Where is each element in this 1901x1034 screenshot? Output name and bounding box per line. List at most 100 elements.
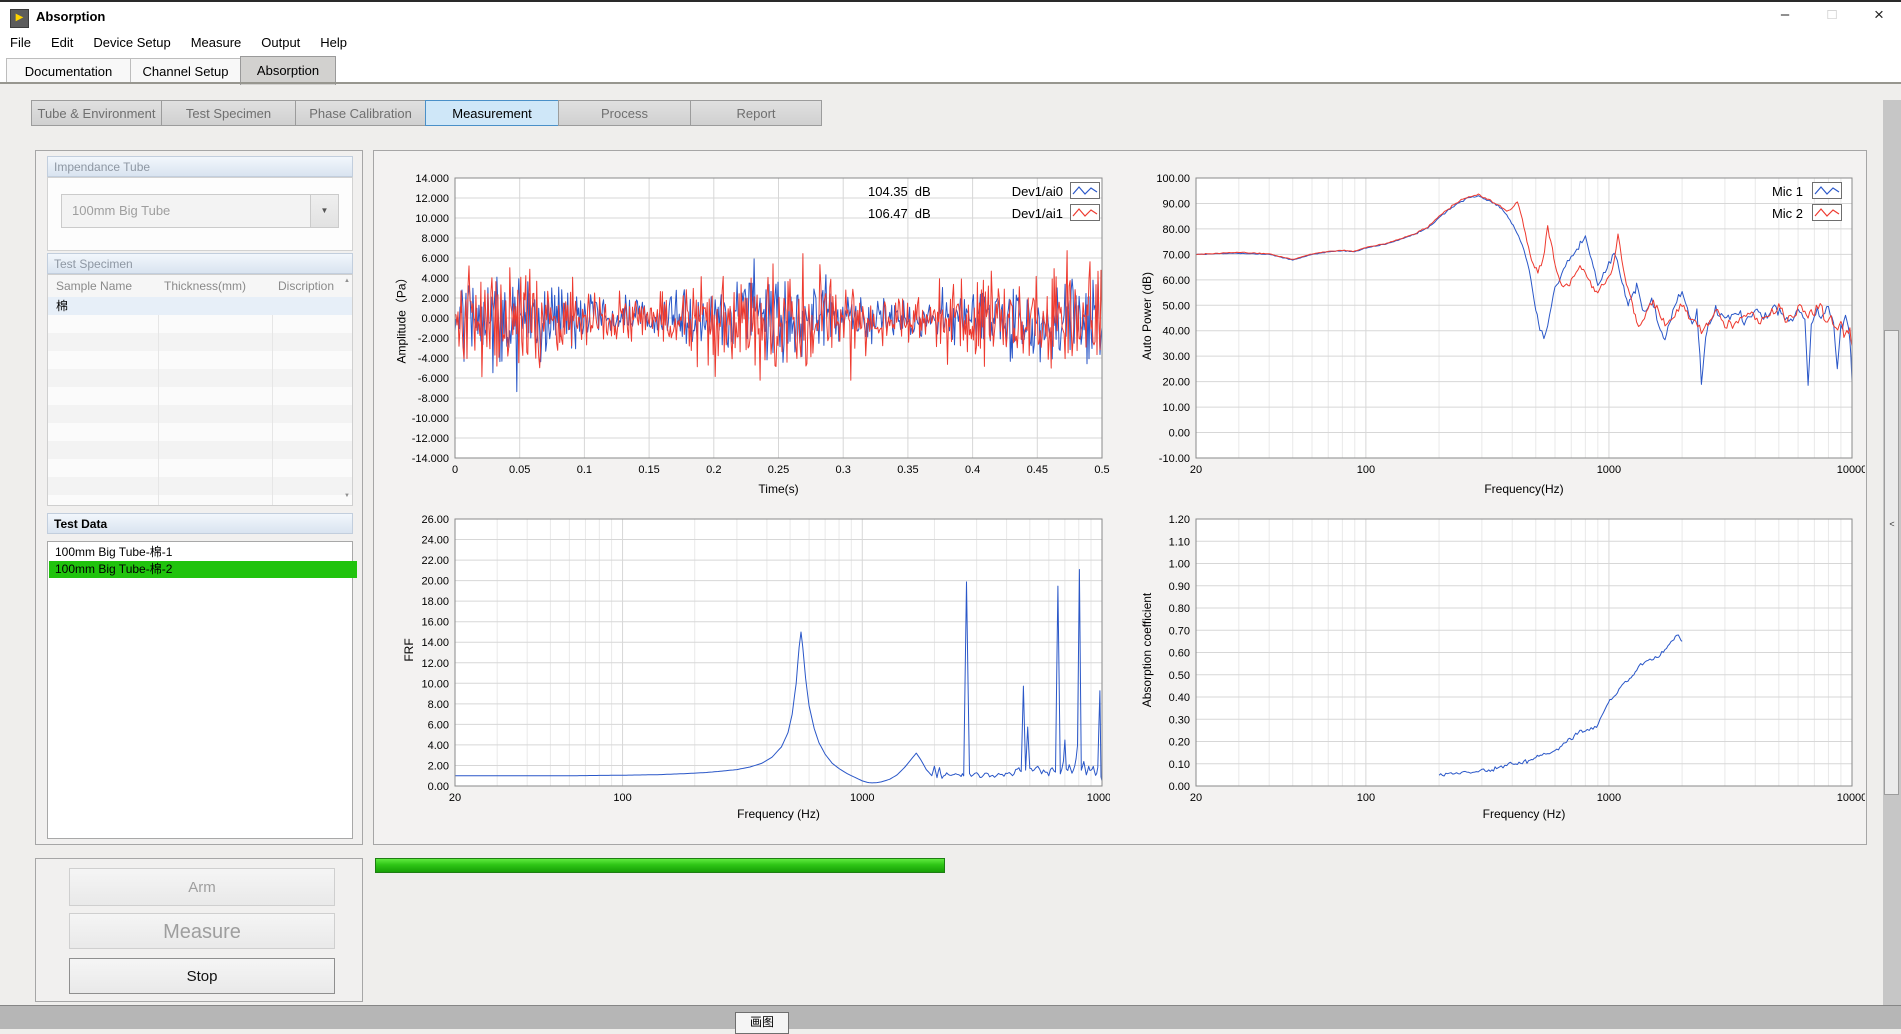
svg-text:100: 100 [1357,792,1375,804]
scrollbar-thumb[interactable]: < [1884,330,1899,795]
svg-text:14.000: 14.000 [415,173,449,185]
svg-text:10000: 10000 [1087,792,1110,804]
svg-text:40.00: 40.00 [1162,326,1190,338]
minimize-button[interactable]: – [1762,2,1808,28]
legend-mic2[interactable]: Mic 2 [1718,206,1803,221]
legend-line-icon[interactable] [1812,204,1842,221]
svg-text:0.3: 0.3 [836,464,851,476]
svg-text:12.00: 12.00 [421,658,449,670]
menu-file[interactable]: File [0,29,41,56]
svg-text:0.00: 0.00 [1169,428,1190,440]
scroll-up-icon[interactable]: ▲ [342,278,352,284]
svg-text:4.00: 4.00 [428,740,449,752]
svg-text:100: 100 [613,792,631,804]
svg-text:1000: 1000 [1597,792,1621,804]
level-unit: dB [915,206,931,221]
impedance-tube-dropdown[interactable]: 100mm Big Tube ▼ [61,194,339,228]
legend-dev1-ai1[interactable]: Dev1/ai1 [955,206,1063,221]
test-specimen-table-header: Sample Name Thickness(mm) Discription [48,275,352,298]
svg-text:12.000: 12.000 [415,193,449,205]
menu-measure[interactable]: Measure [181,29,252,56]
subtab-tube-environment[interactable]: Tube & Environment [31,100,162,126]
stop-button[interactable]: Stop [69,958,335,994]
test-specimen-table: Sample Name Thickness(mm) Discription 棉 … [47,274,353,506]
svg-text:-14.000: -14.000 [412,453,449,465]
amplitude-axis-label: Amplitude（Pa） [393,178,410,458]
menu-output[interactable]: Output [251,29,310,56]
test-data-item[interactable]: 100mm Big Tube-棉-1 [49,544,357,561]
test-specimen-header: Test Specimen [47,253,353,274]
scroll-down-icon[interactable]: ▼ [342,493,352,499]
svg-text:26.00: 26.00 [421,514,449,526]
legend-line-icon[interactable] [1070,204,1100,221]
subtab-report[interactable]: Report [690,100,822,126]
maximize-button[interactable]: □ [1809,2,1855,28]
svg-text:0.60: 0.60 [1169,648,1190,660]
tab-channel-setup[interactable]: Channel Setup [130,58,241,84]
left-panel: Impendance Tube 100mm Big Tube ▼ Test Sp… [35,150,363,845]
svg-text:0.4: 0.4 [965,464,980,476]
legend-mic1[interactable]: Mic 1 [1718,184,1803,199]
test-data-list: 100mm Big Tube-棉-1 100mm Big Tube-棉-2 [47,541,353,839]
subtab-test-specimen[interactable]: Test Specimen [161,100,296,126]
subtab-measurement[interactable]: Measurement [425,100,559,126]
tab-documentation[interactable]: Documentation [6,58,131,84]
svg-text:1.10: 1.10 [1169,536,1190,548]
svg-text:20.00: 20.00 [421,576,449,588]
test-data-header: Test Data [47,513,353,534]
legend-line-icon[interactable] [1070,182,1100,199]
svg-text:90.00: 90.00 [1162,198,1190,210]
time-axis-label: Time(s) [455,482,1102,496]
svg-text:2.00: 2.00 [428,760,449,772]
auto-power-axis-label: Auto Power (dB) [1140,176,1154,456]
collapse-left-icon[interactable]: < [1885,519,1899,529]
level-value: 104.35 [868,184,908,199]
measure-button[interactable]: Measure [69,913,335,949]
close-button[interactable]: × [1856,2,1901,28]
absorption-coefficient-chart: 1.201.101.000.900.800.700.600.500.400.30… [1115,505,1865,835]
arm-button[interactable]: Arm [69,868,335,906]
svg-text:0.90: 0.90 [1169,581,1190,593]
progress-bar [375,858,1563,873]
menu-help[interactable]: Help [310,29,357,56]
chevron-down-icon[interactable]: ▼ [310,195,338,227]
table-row[interactable]: 棉 [48,297,352,315]
subtab-phase-calibration[interactable]: Phase Calibration [295,100,426,126]
svg-text:1000: 1000 [850,792,874,804]
svg-text:10000: 10000 [1837,464,1865,476]
svg-text:70.00: 70.00 [1162,249,1190,261]
sample-name-cell: 棉 [48,299,68,313]
legend-dev1-ai0[interactable]: Dev1/ai0 [955,184,1063,199]
svg-text:-8.000: -8.000 [418,393,449,405]
svg-text:16.00: 16.00 [421,617,449,629]
svg-text:-12.000: -12.000 [412,433,449,445]
app-icon: ▶ [10,9,29,28]
svg-text:14.00: 14.00 [421,637,449,649]
svg-text:100.00: 100.00 [1156,173,1190,185]
bottom-tab-draw[interactable]: 画图 [735,1012,789,1034]
bottom-strip [0,1005,1901,1029]
menu-edit[interactable]: Edit [41,29,83,56]
svg-text:10.00: 10.00 [1162,402,1190,414]
svg-text:6.00: 6.00 [428,719,449,731]
frf-chart: 26.0024.0022.0020.0018.0016.0014.0012.00… [375,505,1110,835]
svg-text:20: 20 [1190,792,1202,804]
subtab-process[interactable]: Process [558,100,691,126]
frf-axis-label: FRF [402,510,416,790]
svg-text:0.25: 0.25 [768,464,789,476]
column-divider [158,297,159,505]
tab-absorption[interactable]: Absorption [240,56,336,85]
impedance-tube-selected-value: 100mm Big Tube [72,195,170,227]
test-data-item-selected[interactable]: 100mm Big Tube-棉-2 [49,561,357,578]
svg-text:80.00: 80.00 [1162,224,1190,236]
svg-text:-2.000: -2.000 [418,333,449,345]
svg-text:0.80: 0.80 [1169,603,1190,615]
absorption-axis-label: Absorption coefficient [1140,510,1154,790]
svg-text:0.10: 0.10 [1169,759,1190,771]
legend-line-icon[interactable] [1812,182,1842,199]
impedance-tube-header: Impendance Tube [47,156,353,177]
svg-text:4.000: 4.000 [421,273,449,285]
svg-text:-4.000: -4.000 [418,353,449,365]
menu-device-setup[interactable]: Device Setup [83,29,180,56]
title-bar: ▶ Absorption – □ × [0,2,1901,30]
